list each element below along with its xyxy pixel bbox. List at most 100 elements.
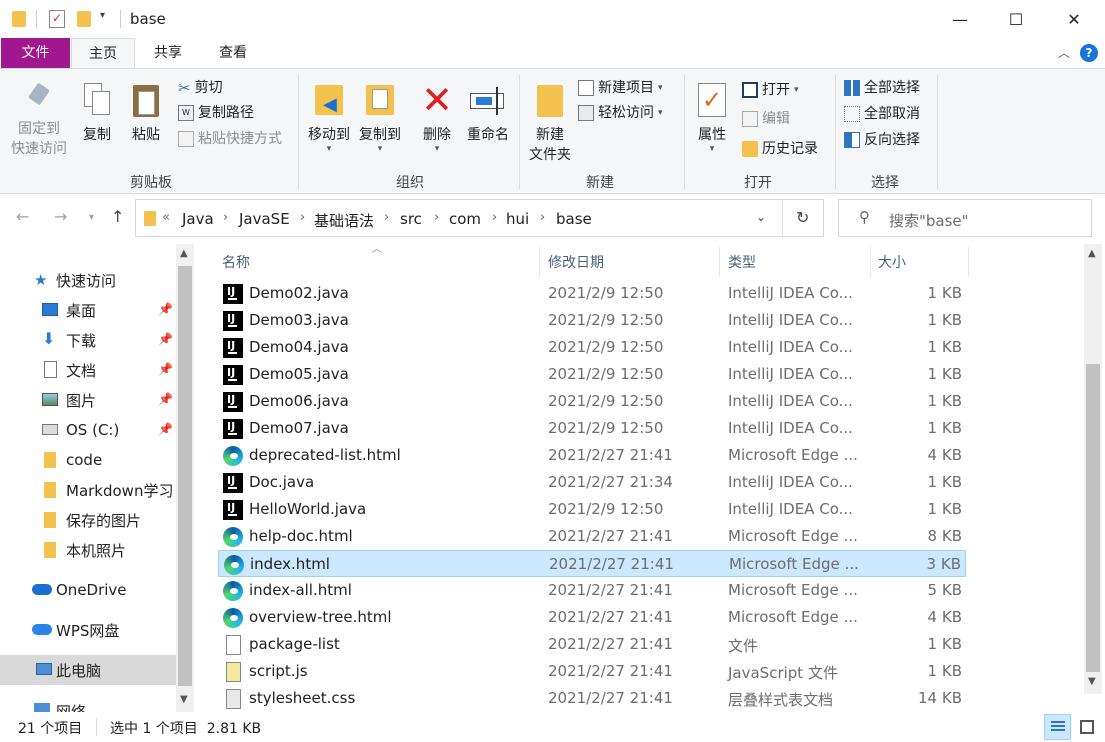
customize-toolbar-icon[interactable]: ▾	[100, 10, 105, 21]
file-name[interactable]: Demo07.java	[249, 419, 349, 437]
column-header-name[interactable]: 名称	[222, 252, 250, 272]
pin-icon[interactable]: 📌	[158, 392, 173, 406]
search-box[interactable]: ⚲ 搜索"base"	[838, 199, 1092, 237]
file-row[interactable]: stylesheet.css 2021/2/27 21:41 层叠样式表文档 14 K…	[218, 685, 966, 712]
file-row[interactable]: HelloWorld.java 2021/2/9 12:50 IntelliJ ID…	[218, 496, 966, 523]
file-list-scrollbar[interactable]: ▲ ▼	[1084, 244, 1102, 694]
move-to-button[interactable]: ◀ 移动到 ▾	[304, 75, 354, 154]
back-arrow-icon[interactable]: ←	[16, 207, 29, 226]
file-name[interactable]: Demo05.java	[249, 365, 349, 383]
cut-button[interactable]: ✂ 剪切	[178, 77, 223, 99]
scroll-thumb[interactable]	[178, 266, 192, 686]
paste-button[interactable]: 粘贴	[124, 75, 168, 145]
breadcrumb-hui[interactable]: hui	[506, 210, 529, 228]
copy-path-button[interactable]: W 复制路径	[178, 102, 254, 124]
nav-item-os-c[interactable]: OS (C:) 📌	[0, 415, 176, 445]
nav-item-documents[interactable]: 文档 📌	[0, 355, 176, 385]
refresh-icon[interactable]: ↻	[796, 208, 809, 227]
column-divider[interactable]	[719, 247, 720, 277]
chevron-right-icon[interactable]: ›	[223, 210, 228, 225]
minimize-button[interactable]: —	[932, 0, 988, 38]
file-row[interactable]: index-all.html 2021/2/27 21:41 Microsoft E…	[218, 577, 966, 604]
breadcrumb-basic-syntax[interactable]: 基础语法	[314, 210, 374, 231]
nav-item-saved-pictures[interactable]: 保存的图片	[0, 505, 176, 535]
column-divider[interactable]	[968, 247, 969, 277]
file-row[interactable]: Demo04.java 2021/2/9 12:50 IntelliJ IDEA C…	[218, 334, 966, 361]
up-arrow-icon[interactable]: ↑	[111, 207, 124, 226]
open-button[interactable]: 打开 ▾	[742, 79, 799, 101]
breadcrumb-javase[interactable]: JavaSE	[239, 210, 290, 228]
column-divider[interactable]	[870, 247, 871, 277]
overflow-icon[interactable]: «	[162, 210, 170, 225]
file-row[interactable]: package-list 2021/2/27 21:41 文件 1 KB	[218, 631, 966, 658]
search-input[interactable]: 搜索"base"	[889, 210, 969, 231]
file-row[interactable]: deprecated-list.html 2021/2/27 21:41 Micro…	[218, 442, 966, 469]
file-name[interactable]: Demo03.java	[249, 311, 349, 329]
pin-icon[interactable]: 📌	[158, 302, 173, 316]
chevron-right-icon[interactable]: ›	[492, 210, 497, 225]
file-name[interactable]: Doc.java	[249, 473, 314, 491]
new-item-button[interactable]: 新建项目 ▾	[578, 77, 663, 99]
file-name[interactable]: Demo06.java	[249, 392, 349, 410]
file-row[interactable]: help-doc.html 2021/2/27 21:41 Microsoft Ed…	[218, 523, 966, 550]
nav-item-markdown[interactable]: Markdown学习	[0, 475, 176, 505]
file-name[interactable]: help-doc.html	[249, 527, 353, 545]
tab-home[interactable]: 主页	[71, 38, 135, 68]
file-row[interactable]: Demo06.java 2021/2/9 12:50 IntelliJ IDEA C…	[218, 388, 966, 415]
scroll-thumb[interactable]	[1086, 364, 1100, 672]
copy-to-button[interactable]: 复制到 ▾	[355, 75, 405, 154]
file-row[interactable]: Demo02.java 2021/2/9 12:50 IntelliJ IDEA C…	[218, 280, 966, 307]
file-row[interactable]: Demo03.java 2021/2/9 12:50 IntelliJ IDEA C…	[218, 307, 966, 334]
large-icons-view-button[interactable]	[1076, 716, 1098, 738]
tab-share[interactable]: 共享	[140, 38, 196, 68]
file-name[interactable]: stylesheet.css	[249, 689, 355, 707]
nav-item-pictures[interactable]: 图片 📌	[0, 385, 176, 415]
breadcrumb-base[interactable]: base	[556, 210, 592, 228]
details-view-button[interactable]	[1044, 714, 1071, 740]
scroll-down-icon[interactable]: ▼	[180, 694, 188, 705]
delete-button[interactable]: ✕ 删除 ▾	[416, 75, 458, 154]
breadcrumb-com[interactable]: com	[449, 210, 481, 228]
chevron-right-icon[interactable]: ›	[300, 210, 305, 225]
history-button[interactable]: 历史记录	[742, 138, 818, 160]
file-name[interactable]: Demo02.java	[249, 284, 349, 302]
file-name[interactable]: index.html	[250, 555, 330, 573]
paste-shortcut-button[interactable]: 粘贴快捷方式	[178, 128, 282, 150]
file-name[interactable]: script.js	[249, 662, 308, 680]
nav-onedrive[interactable]: OneDrive	[0, 575, 176, 605]
file-row[interactable]: Doc.java 2021/2/27 21:34 IntelliJ IDEA Co.…	[218, 469, 966, 496]
nav-item-downloads[interactable]: ⬇ 下载 📌	[0, 325, 176, 355]
file-name[interactable]: index-all.html	[249, 581, 352, 599]
rename-button[interactable]: 重命名	[462, 75, 514, 145]
close-button[interactable]: ✕	[1046, 0, 1102, 38]
file-row[interactable]: script.js 2021/2/27 21:41 JavaScript 文件 1 K…	[218, 658, 966, 685]
address-bar[interactable]: « Java › JavaSE › 基础语法 › src › com › hui…	[135, 199, 824, 237]
file-row[interactable]: Demo05.java 2021/2/9 12:50 IntelliJ IDEA C…	[218, 361, 966, 388]
nav-item-desktop[interactable]: 桌面 📌	[0, 295, 176, 325]
file-row[interactable]: index.html 2021/2/27 21:41 Microsoft Edge …	[218, 550, 966, 577]
nav-quick-access[interactable]: ★ 快速访问	[0, 265, 176, 295]
file-name[interactable]: Demo04.java	[249, 338, 349, 356]
breadcrumb-java[interactable]: Java	[182, 210, 214, 228]
file-name[interactable]: overview-tree.html	[249, 608, 392, 626]
properties-quick-icon[interactable]: ✓	[49, 10, 65, 28]
nav-network[interactable]: 网络	[0, 695, 176, 712]
easy-access-button[interactable]: 轻松访问 ▾	[578, 102, 663, 124]
select-all-button[interactable]: 全部选择	[844, 77, 920, 99]
collapse-ribbon-icon[interactable]: ︿	[1058, 44, 1070, 61]
file-name[interactable]: package-list	[249, 635, 340, 653]
column-header-modified[interactable]: 修改日期	[548, 252, 604, 272]
pin-quick-access-button[interactable]: 固定到 快速访问	[6, 75, 72, 159]
chevron-down-icon[interactable]: ⌄	[756, 210, 766, 224]
file-name[interactable]: HelloWorld.java	[249, 500, 366, 518]
recent-locations-icon[interactable]: ▾	[89, 212, 94, 223]
chevron-right-icon[interactable]: ›	[540, 210, 545, 225]
pin-icon[interactable]: 📌	[158, 332, 173, 346]
file-row[interactable]: Demo07.java 2021/2/9 12:50 IntelliJ IDEA C…	[218, 415, 966, 442]
scroll-down-icon[interactable]: ▼	[1088, 676, 1096, 687]
invert-selection-button[interactable]: 反向选择	[844, 129, 920, 151]
select-none-button[interactable]: 全部取消	[844, 103, 920, 125]
column-header-type[interactable]: 类型	[728, 252, 756, 272]
tab-file[interactable]: 文件	[1, 38, 70, 68]
chevron-right-icon[interactable]: ›	[434, 210, 439, 225]
